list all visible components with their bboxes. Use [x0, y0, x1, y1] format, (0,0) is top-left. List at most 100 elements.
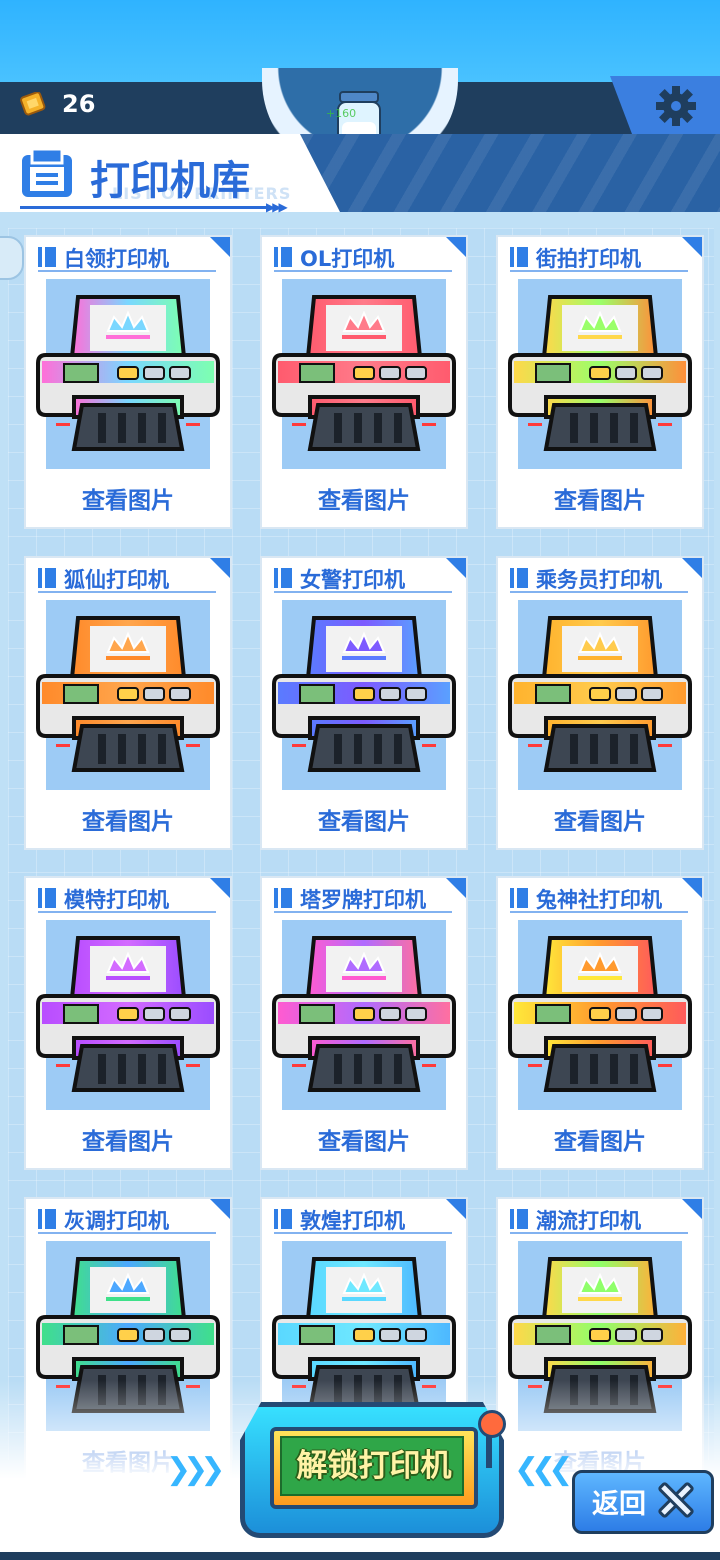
- printer-name: 灰调打印机: [64, 1209, 169, 1233]
- printer-name: 敦煌打印机: [300, 1209, 405, 1233]
- printer-image: [272, 295, 456, 451]
- ticket-count: 26: [62, 90, 96, 118]
- title-bars-icon: [38, 247, 58, 267]
- printer-art[interactable]: [508, 600, 692, 790]
- printer-card[interactable]: 塔罗牌打印机 查看图片: [262, 878, 466, 1168]
- name-underline: [510, 591, 688, 593]
- jar-bonus-label: +160: [325, 107, 357, 120]
- printer-image: [508, 936, 692, 1092]
- printer-name: 兔神社打印机: [536, 888, 662, 912]
- view-image-button[interactable]: 查看图片: [26, 1122, 230, 1156]
- view-image-button[interactable]: 查看图片: [498, 802, 702, 836]
- view-image-button[interactable]: 查看图片: [262, 1122, 466, 1156]
- card-corner-ribbon: [210, 1199, 230, 1219]
- printer-card[interactable]: 乘务员打印机 查看图片: [498, 558, 702, 848]
- title-bars-icon: [38, 1209, 58, 1229]
- printer-image: [36, 936, 220, 1092]
- printer-image: [36, 616, 220, 772]
- view-image-button[interactable]: 查看图片: [26, 802, 230, 836]
- unlock-printer-label[interactable]: 解锁打印机: [270, 1440, 478, 1485]
- side-tab-handle[interactable]: [0, 236, 24, 280]
- name-underline: [510, 1232, 688, 1234]
- name-underline: [274, 911, 452, 913]
- printer-image: [508, 295, 692, 451]
- printer-art[interactable]: [508, 279, 692, 469]
- printer-name: OL打印机: [300, 247, 395, 271]
- title-arrows-icon: ▶▶▶: [266, 200, 288, 214]
- card-corner-ribbon: [446, 237, 466, 257]
- card-corner-ribbon: [682, 558, 702, 578]
- title-bars-icon: [510, 247, 530, 267]
- card-corner-ribbon: [210, 558, 230, 578]
- back-button-label[interactable]: 返回: [592, 1482, 646, 1521]
- card-corner-ribbon: [210, 878, 230, 898]
- title-bars-icon: [274, 247, 294, 267]
- printer-name: 白领打印机: [64, 247, 169, 271]
- name-underline: [274, 1232, 452, 1234]
- printer-name: 狐仙打印机: [64, 568, 169, 592]
- title-bars-icon: [510, 1209, 530, 1229]
- printer-name: 模特打印机: [64, 888, 169, 912]
- title-bars-icon: [510, 888, 530, 908]
- printer-art[interactable]: [272, 279, 456, 469]
- title-bars-icon: [274, 1209, 294, 1229]
- view-image-button[interactable]: 查看图片: [498, 1122, 702, 1156]
- printer-name: 乘务员打印机: [536, 568, 662, 592]
- printer-card[interactable]: OL打印机 查看图片: [262, 237, 466, 527]
- printer-name: 塔罗牌打印机: [300, 888, 426, 912]
- card-corner-ribbon: [682, 878, 702, 898]
- name-underline: [274, 270, 452, 272]
- printer-name: 街拍打印机: [536, 247, 641, 271]
- title-bars-icon: [274, 568, 294, 588]
- card-corner-ribbon: [446, 878, 466, 898]
- printer-image: [508, 616, 692, 772]
- bottom-strip: [0, 1552, 720, 1560]
- printer-library-icon: [22, 147, 72, 197]
- title-bars-icon: [38, 888, 58, 908]
- ticket-icon: [20, 92, 46, 116]
- lever-knob: [478, 1410, 506, 1438]
- name-underline: [510, 911, 688, 913]
- title-bars-icon: [274, 888, 294, 908]
- view-image-button[interactable]: 查看图片: [262, 802, 466, 836]
- printer-card[interactable]: 白领打印机 查看图片: [26, 237, 230, 527]
- card-corner-ribbon: [682, 237, 702, 257]
- printer-art[interactable]: [36, 279, 220, 469]
- card-corner-ribbon: [446, 558, 466, 578]
- name-underline: [274, 591, 452, 593]
- view-image-button[interactable]: 查看图片: [26, 481, 230, 515]
- printer-art[interactable]: [36, 920, 220, 1110]
- printer-name: 潮流打印机: [536, 1209, 641, 1233]
- printer-card[interactable]: 女警打印机 查看图片: [262, 558, 466, 848]
- card-corner-ribbon: [446, 1199, 466, 1219]
- name-underline: [38, 270, 216, 272]
- name-underline: [510, 270, 688, 272]
- printer-image: [36, 295, 220, 451]
- printer-card[interactable]: 模特打印机 查看图片: [26, 878, 230, 1168]
- printer-card[interactable]: 兔神社打印机 查看图片: [498, 878, 702, 1168]
- printer-card[interactable]: 狐仙打印机 查看图片: [26, 558, 230, 848]
- printer-image: [272, 616, 456, 772]
- header-stripes: [300, 134, 720, 212]
- page-title: 打印机库: [90, 158, 250, 204]
- chevron-left-icon: ❯❯❯: [166, 1452, 225, 1487]
- printer-image: [272, 936, 456, 1092]
- view-image-button[interactable]: 查看图片: [498, 481, 702, 515]
- crossed-tools-icon: [658, 1482, 694, 1518]
- view-image-button[interactable]: 查看图片: [262, 481, 466, 515]
- printer-art[interactable]: [36, 600, 220, 790]
- chevron-right-icon: ❮❮❮: [514, 1452, 573, 1487]
- printer-card[interactable]: 街拍打印机 查看图片: [498, 237, 702, 527]
- title-bars-icon: [510, 568, 530, 588]
- title-bars-icon: [38, 568, 58, 588]
- card-corner-ribbon: [682, 1199, 702, 1219]
- title-underline: [20, 206, 270, 209]
- name-underline: [38, 591, 216, 593]
- printer-art[interactable]: [272, 920, 456, 1110]
- printer-art[interactable]: [508, 920, 692, 1110]
- name-underline: [38, 1232, 216, 1234]
- printer-art[interactable]: [272, 600, 456, 790]
- gear-icon: [656, 86, 696, 126]
- card-corner-ribbon: [210, 237, 230, 257]
- name-underline: [38, 911, 216, 913]
